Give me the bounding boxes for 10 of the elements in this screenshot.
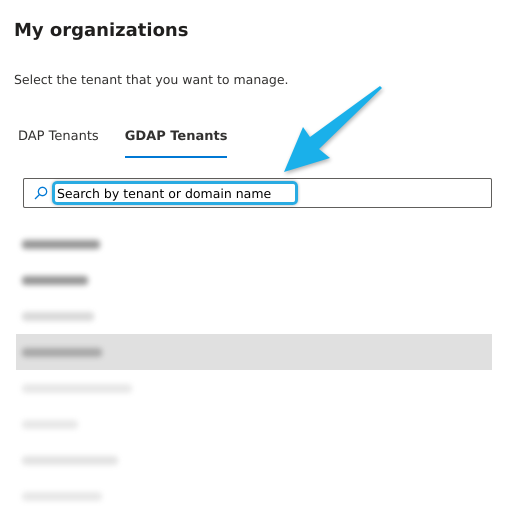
blurred-text bbox=[22, 312, 94, 320]
tenant-row[interactable] bbox=[16, 334, 492, 370]
tab[interactable]: DAP Tenants bbox=[18, 129, 99, 158]
highlight-outline: Search by tenant or domain name bbox=[52, 181, 298, 205]
blurred-text bbox=[22, 276, 88, 284]
search-icon bbox=[34, 186, 48, 200]
search-field[interactable]: Search by tenant or domain name bbox=[23, 178, 492, 208]
page-title: My organizations bbox=[14, 20, 190, 43]
tab[interactable]: GDAP Tenants bbox=[124, 129, 228, 158]
page-subtitle: Select the tenant that you want to manage. bbox=[14, 72, 290, 87]
